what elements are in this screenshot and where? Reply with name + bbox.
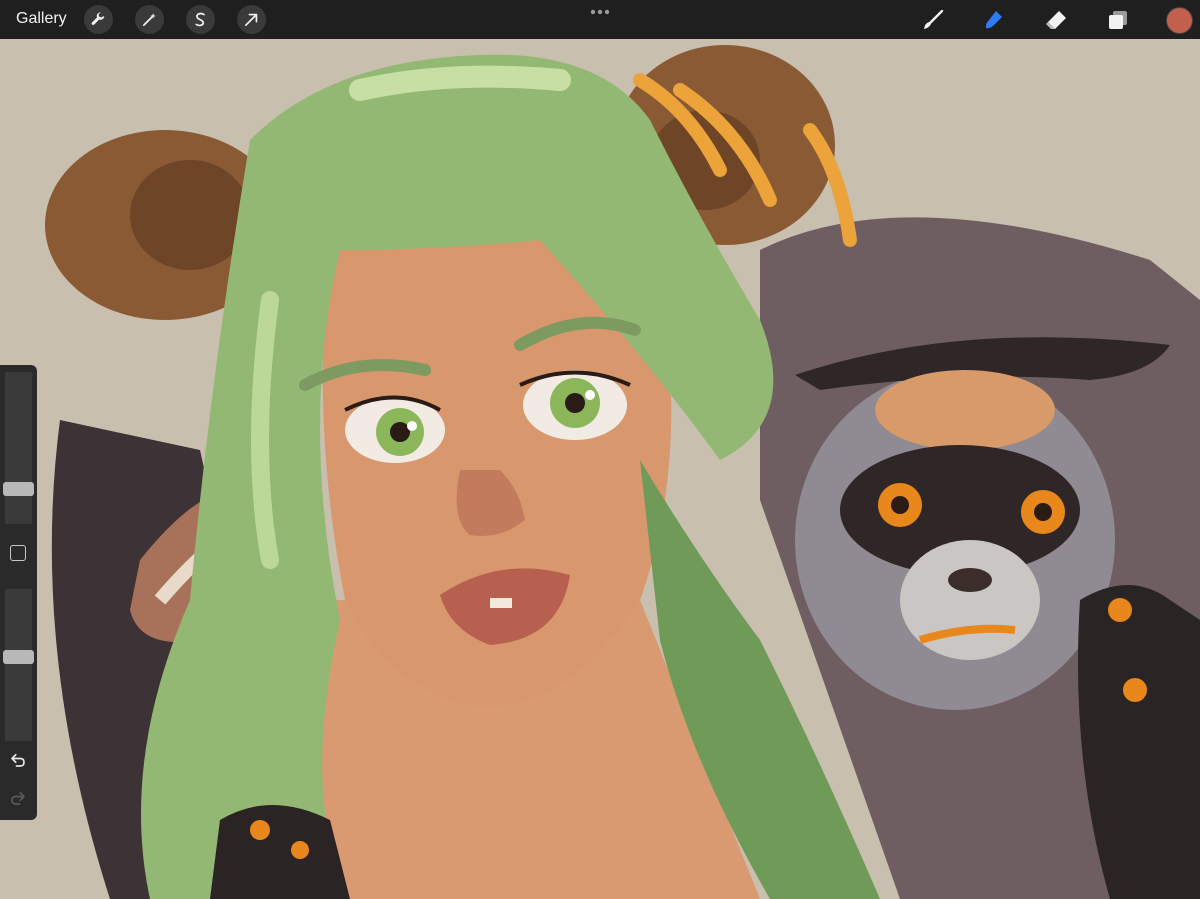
color-picker-button[interactable] <box>1166 7 1193 34</box>
modify-button[interactable] <box>10 545 26 561</box>
brush-icon <box>924 9 944 29</box>
smudge-tool-button[interactable] <box>980 6 1008 34</box>
drawing-canvas[interactable] <box>0 39 1200 899</box>
top-toolbar: Gallery <box>0 0 1200 39</box>
paint-tool-button[interactable] <box>919 6 947 34</box>
layers-icon <box>1109 11 1127 29</box>
actions-button[interactable] <box>84 5 113 34</box>
magic-wand-icon <box>142 13 156 27</box>
brush-size-slider[interactable] <box>3 372 34 524</box>
layers-button[interactable] <box>1104 6 1132 34</box>
wrench-icon <box>91 12 105 25</box>
transform-button[interactable] <box>237 5 266 34</box>
gallery-button[interactable]: Gallery <box>16 10 67 28</box>
redo-icon[interactable] <box>9 789 27 807</box>
selection-button[interactable] <box>186 5 215 34</box>
opacity-slider[interactable] <box>3 589 34 741</box>
ellipsis-icon[interactable] <box>589 8 611 16</box>
brush-size-thumb[interactable] <box>3 482 34 497</box>
smudge-icon <box>985 11 1002 29</box>
opacity-thumb[interactable] <box>3 649 34 664</box>
transform-arrow-icon <box>244 13 258 27</box>
eraser-tool-button[interactable] <box>1042 6 1070 34</box>
selection-s-icon <box>195 12 205 27</box>
undo-icon[interactable] <box>9 751 27 769</box>
left-sidebar <box>0 365 37 820</box>
adjustments-button[interactable] <box>135 5 164 34</box>
eraser-icon <box>1046 11 1066 29</box>
